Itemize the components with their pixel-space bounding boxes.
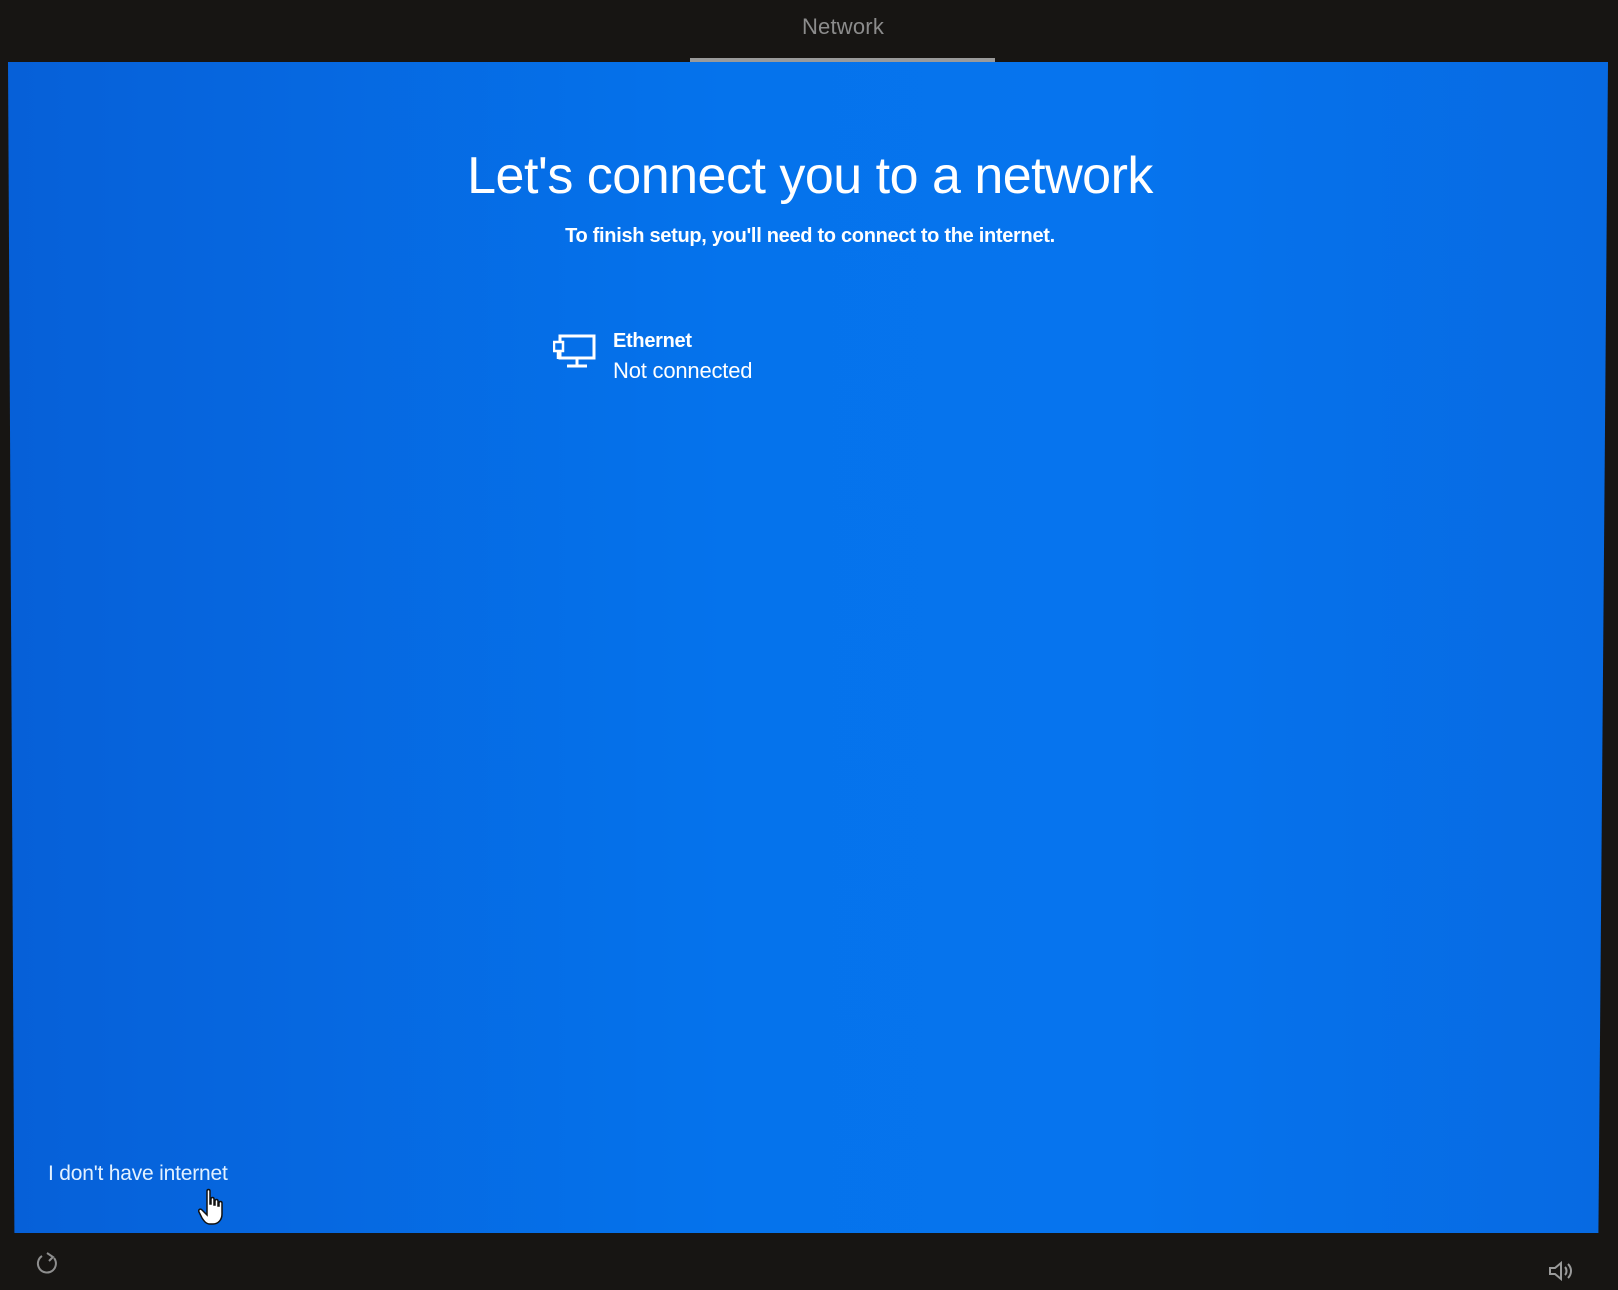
- page-title: Let's connect you to a network: [467, 147, 1153, 205]
- device-frame: Network Let's connect you to a network T…: [0, 0, 1618, 1290]
- ethernet-icon: [553, 334, 596, 368]
- ease-of-access-icon[interactable]: [34, 1250, 60, 1276]
- window-title: Network: [801, 14, 885, 39]
- setup-screen: Let's connect you to a network To finish…: [8, 62, 1608, 1233]
- volume-icon[interactable]: [1548, 1260, 1574, 1282]
- page-subtitle: To finish setup, you'll need to connect …: [565, 225, 1055, 247]
- network-status: Not connected: [613, 358, 753, 383]
- network-item-ethernet[interactable]: Ethernet Not connected: [553, 330, 843, 392]
- network-name: Ethernet: [613, 330, 692, 352]
- hand-cursor-icon: [198, 1188, 223, 1225]
- no-internet-link[interactable]: I don't have internet: [48, 1162, 228, 1186]
- title-underline: [690, 58, 995, 62]
